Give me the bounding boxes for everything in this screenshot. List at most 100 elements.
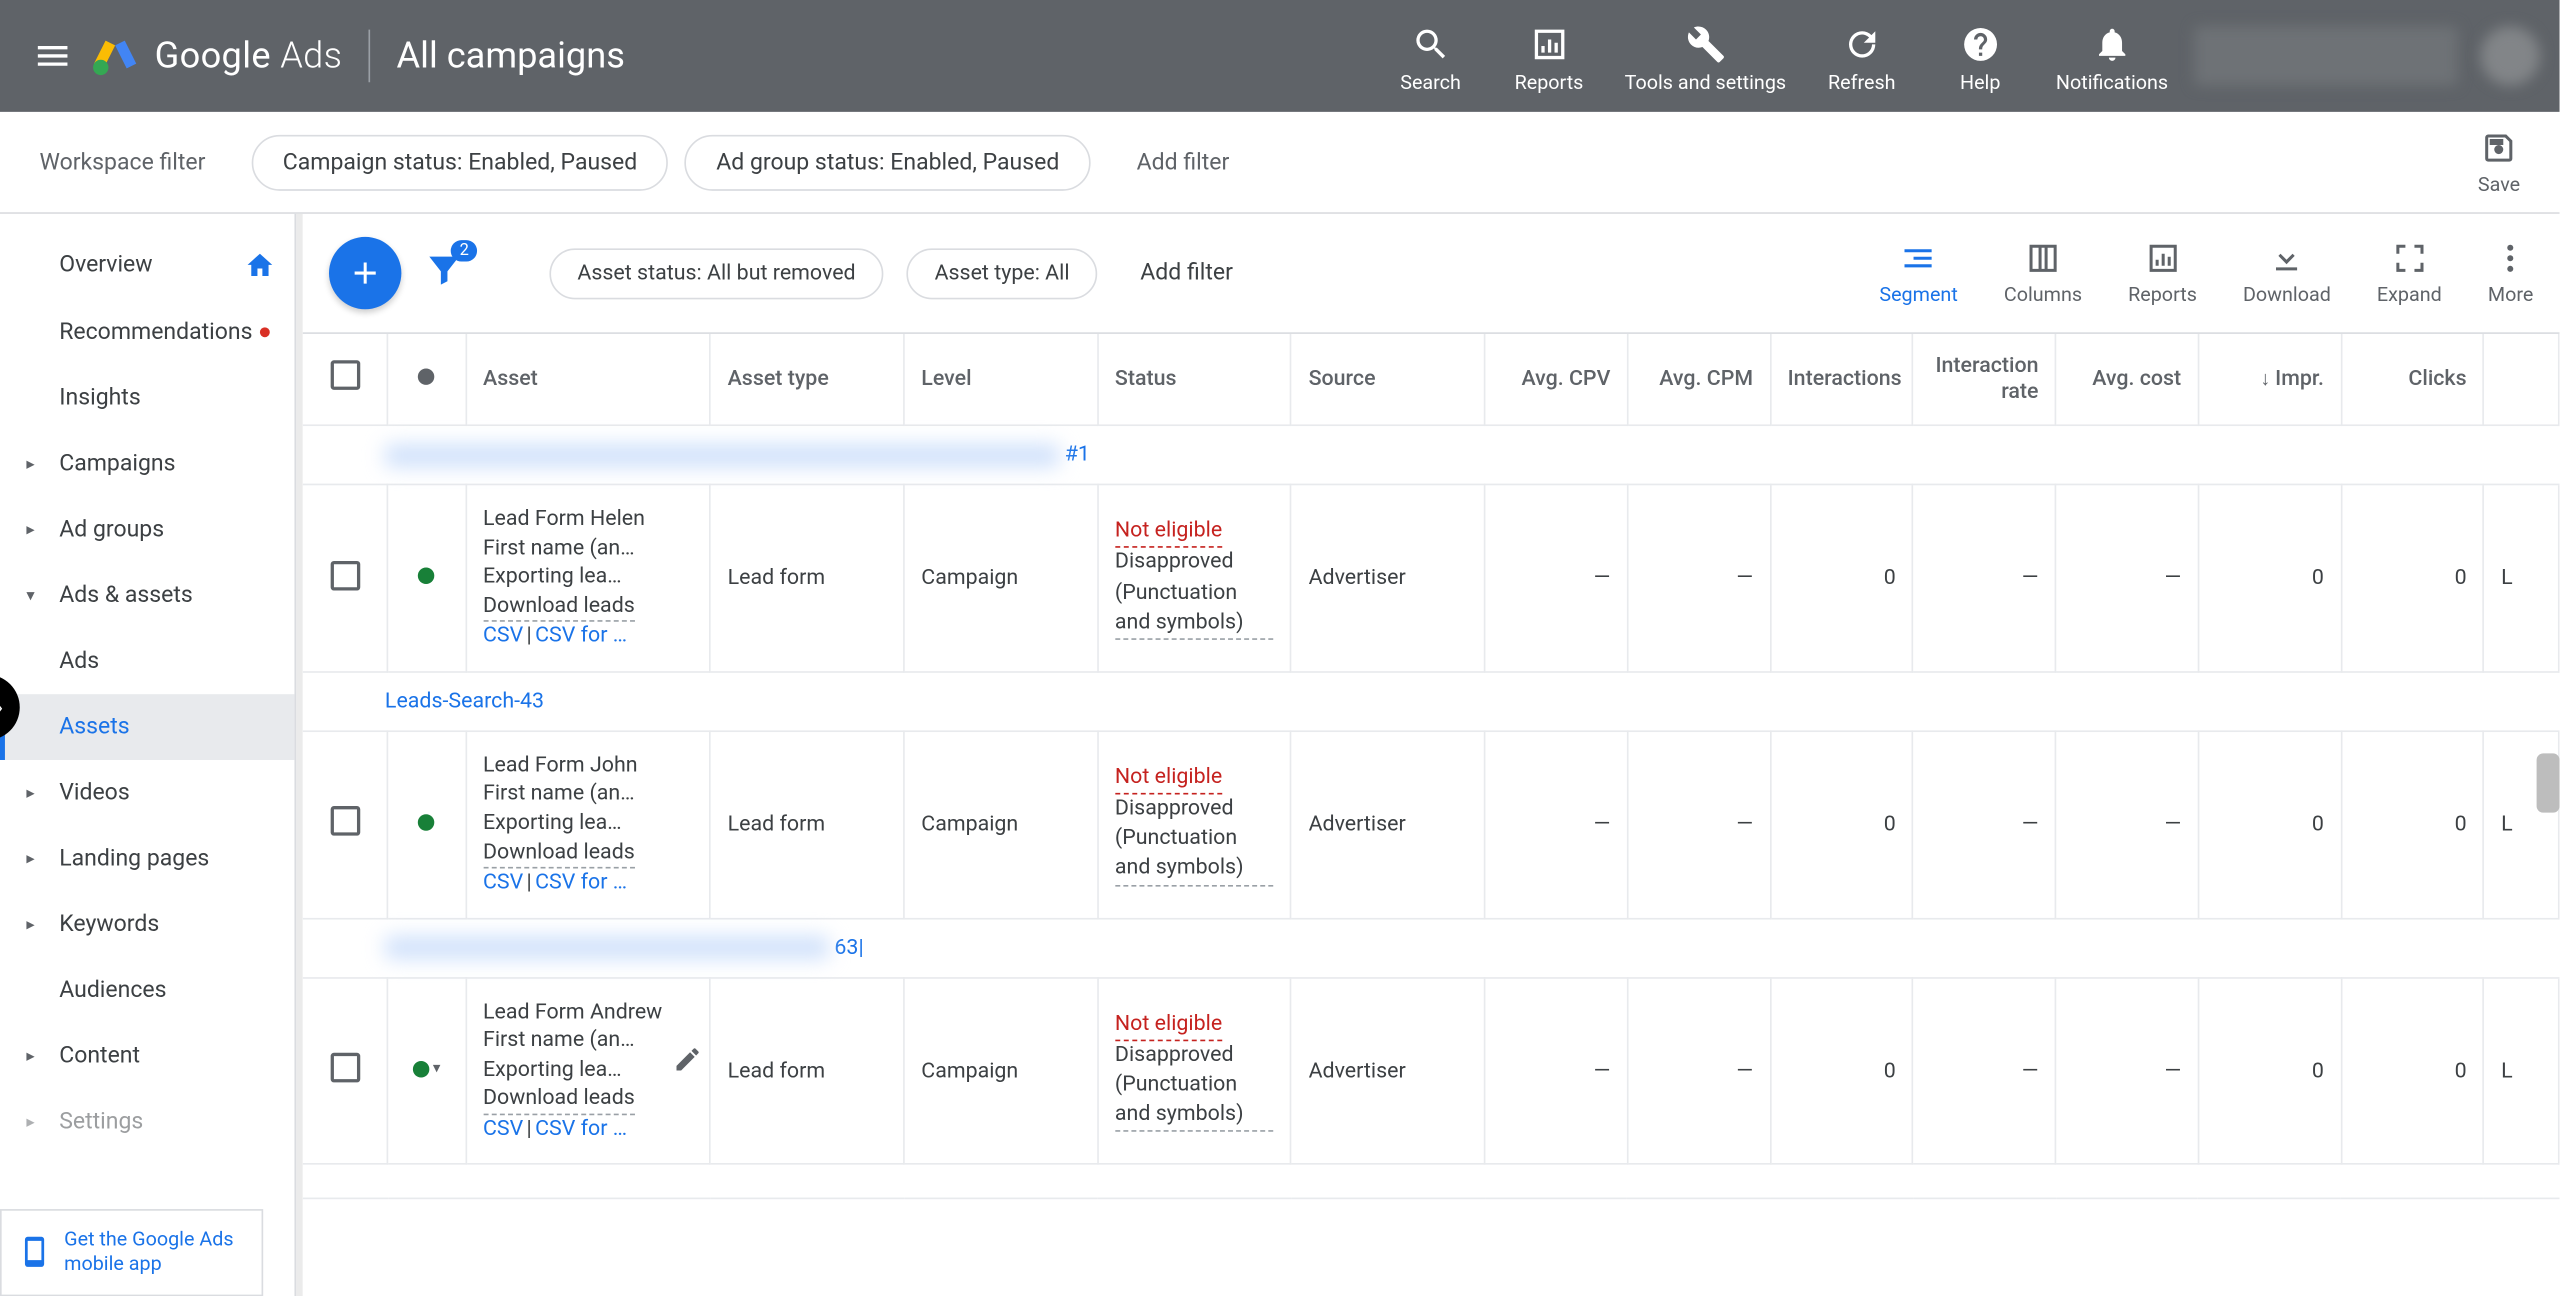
col-clicks[interactable]: Clicks <box>2341 334 2484 426</box>
csv-for-link[interactable]: CSV for … <box>535 624 627 649</box>
col-status-dot[interactable] <box>388 334 466 426</box>
cell-interactions: 0 <box>1770 731 1913 918</box>
sidebar-item-content[interactable]: ▸Content <box>0 1023 294 1089</box>
sidebar-item-recommendations[interactable]: Recommendations <box>0 299 294 365</box>
chevron-right-icon: ▸ <box>26 850 34 868</box>
row-checkbox[interactable] <box>330 560 360 590</box>
expand-button[interactable]: Expand <box>2377 240 2442 306</box>
table-row: ▾ Lead Form Andrew First name (an… Expor… <box>303 977 2559 1164</box>
col-source[interactable]: Source <box>1291 334 1485 426</box>
row-checkbox[interactable] <box>330 1053 360 1083</box>
sidebar-item-ads-assets[interactable]: ▾Ads & assets <box>0 563 294 629</box>
help-icon <box>1960 24 1999 63</box>
cell-status: Not eligible Disapproved (Punctuation an… <box>1098 731 1292 918</box>
sidebar-item-audiences[interactable]: Audiences <box>0 957 294 1023</box>
search-button[interactable]: Search <box>1388 24 1474 94</box>
sidebar-item-campaigns[interactable]: ▸Campaigns <box>0 431 294 497</box>
home-icon <box>245 250 275 280</box>
col-asset-type[interactable]: Asset type <box>710 334 904 426</box>
col-level[interactable]: Level <box>904 334 1098 426</box>
cell-level: Campaign <box>904 485 1098 672</box>
cell-avg-cpv: — <box>1485 485 1628 672</box>
app-header: Google Ads All campaigns Search Reports … <box>0 0 2560 112</box>
edit-icon[interactable] <box>673 1044 703 1074</box>
cell-avg-cost: — <box>2056 485 2199 672</box>
sidebar-item-adgroups[interactable]: ▸Ad groups <box>0 497 294 563</box>
more-button[interactable]: More <box>2488 240 2533 306</box>
google-ads-logo[interactable]: Google Ads <box>92 33 342 79</box>
reports-button[interactable]: Reports <box>1506 24 1592 94</box>
chevron-down-icon: ▾ <box>26 586 34 604</box>
assets-table: Asset Asset type Level Status Source Avg… <box>303 334 2560 1200</box>
asset-cell: Lead Form Helen First name (an… Exportin… <box>466 485 711 672</box>
sidebar-item-insights[interactable]: Insights <box>0 365 294 431</box>
add-filter-link[interactable]: Add filter <box>1140 260 1233 286</box>
col-avg-cpv[interactable]: Avg. CPV <box>1485 334 1628 426</box>
avatar[interactable] <box>2481 26 2540 85</box>
status-dot-enabled[interactable] <box>418 568 434 584</box>
sidebar-item-landing[interactable]: ▸Landing pages <box>0 826 294 892</box>
col-avg-cpm[interactable]: Avg. CPM <box>1628 334 1771 426</box>
row-checkbox[interactable] <box>330 807 360 837</box>
col-avg-cost[interactable]: Avg. cost <box>2056 334 2199 426</box>
cell-extra: L <box>2484 485 2559 672</box>
cell-avg-cpm: — <box>1628 731 1771 918</box>
cell-avg-cost: — <box>2056 977 2199 1164</box>
scrollbar-thumb[interactable] <box>2537 753 2560 812</box>
add-button[interactable] <box>329 237 401 309</box>
sidebar-item-videos[interactable]: ▸Videos <box>0 760 294 826</box>
refresh-button[interactable]: Refresh <box>1819 24 1905 94</box>
tools-button[interactable]: Tools and settings <box>1625 24 1786 94</box>
group-row[interactable]: #1 <box>303 426 2559 485</box>
reports-toolbar-button[interactable]: Reports <box>2128 240 2197 306</box>
help-button[interactable]: Help <box>1937 24 2023 94</box>
notifications-button[interactable]: Notifications <box>2056 24 2168 94</box>
download-leads-link[interactable]: Download leads <box>483 1085 635 1116</box>
col-asset[interactable]: Asset <box>466 334 711 426</box>
menu-icon[interactable] <box>20 23 86 89</box>
mobile-app-promo[interactable]: Get the Google Ads mobile app <box>0 1209 263 1296</box>
sidebar-item-keywords[interactable]: ▸Keywords <box>0 892 294 958</box>
filter-chip-campaign-status[interactable]: Campaign status: Enabled, Paused <box>251 134 668 190</box>
col-checkbox[interactable] <box>303 334 388 426</box>
sidebar-item-ads[interactable]: Ads <box>0 628 294 694</box>
sidebar-item-assets[interactable]: Assets <box>0 694 294 760</box>
save-button[interactable]: Save <box>2478 129 2520 195</box>
sort-desc-icon: ↓ <box>2260 367 2270 390</box>
download-leads-link[interactable]: Download leads <box>483 838 635 869</box>
col-interaction-rate[interactable]: Interaction rate <box>1913 334 2056 426</box>
download-leads-link[interactable]: Download leads <box>483 592 635 623</box>
filter-chip-adgroup-status[interactable]: Ad group status: Enabled, Paused <box>685 134 1091 190</box>
status-dot-enabled[interactable] <box>418 814 434 830</box>
account-info[interactable] <box>2194 26 2457 85</box>
csv-link[interactable]: CSV <box>483 1117 523 1142</box>
col-impr[interactable]: ↓Impr. <box>2198 334 2341 426</box>
columns-button[interactable]: Columns <box>2004 240 2082 306</box>
status-dot-dropdown[interactable]: ▾ <box>413 1060 440 1076</box>
sidebar-item-overview[interactable]: Overview <box>0 230 294 299</box>
workspace-filter-label: Workspace filter <box>39 149 205 175</box>
segment-button[interactable]: Segment <box>1879 240 1957 306</box>
asset-cell: Lead Form Andrew First name (an… Exporti… <box>466 977 711 1164</box>
csv-link[interactable]: CSV <box>483 624 523 649</box>
csv-for-link[interactable]: CSV for … <box>535 870 627 895</box>
csv-link[interactable]: CSV <box>483 870 523 895</box>
group-link[interactable]: Leads-Search-43 <box>385 689 544 714</box>
csv-for-link[interactable]: CSV for … <box>535 1117 627 1142</box>
chip-asset-type[interactable]: Asset type: All <box>907 248 1098 299</box>
group-row[interactable]: Leads-Search-43 <box>303 672 2559 731</box>
chip-asset-status[interactable]: Asset status: All but removed <box>549 248 883 299</box>
sidebar: › Overview Recommendations Insights ▸Cam… <box>0 214 296 1296</box>
group-row[interactable]: 63| <box>303 918 2559 977</box>
filter-button[interactable]: 2 <box>424 250 463 296</box>
sidebar-item-settings[interactable]: ▸Settings <box>0 1089 294 1155</box>
col-status[interactable]: Status <box>1098 334 1292 426</box>
cell-asset-type: Lead form <box>710 977 904 1164</box>
download-button[interactable]: Download <box>2243 240 2331 306</box>
group-link[interactable]: 63| <box>834 935 863 960</box>
assets-table-wrap[interactable]: Asset Asset type Level Status Source Avg… <box>303 334 2560 1296</box>
group-link[interactable]: #1 <box>1065 443 1090 468</box>
ads-logo-icon <box>92 33 138 79</box>
col-interactions[interactable]: Interactions <box>1770 334 1913 426</box>
add-filter-button[interactable]: Add filter <box>1107 136 1259 189</box>
